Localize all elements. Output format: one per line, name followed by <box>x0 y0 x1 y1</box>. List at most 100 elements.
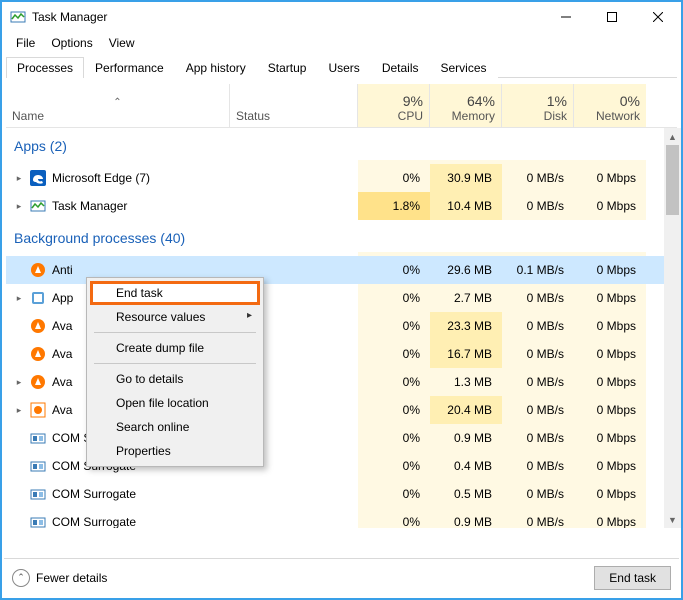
network-cell: 0 Mbps <box>574 368 646 396</box>
expand-icon[interactable]: ▸ <box>14 377 24 388</box>
maximize-button[interactable] <box>589 2 635 32</box>
scroll-thumb[interactable] <box>666 145 679 215</box>
memory-cell: 20.4 MB <box>430 396 502 424</box>
disk-cell: 0 MB/s <box>502 284 574 312</box>
scroll-down-button[interactable]: ▼ <box>664 511 681 528</box>
network-cell: 0 Mbps <box>574 396 646 424</box>
tab-performance[interactable]: Performance <box>84 57 175 78</box>
network-cell: 0 Mbps <box>574 192 646 220</box>
header-memory[interactable]: 64% Memory <box>430 84 502 127</box>
header-name[interactable]: ⌃ Name <box>6 84 230 127</box>
disk-cell: 0 MB/s <box>502 508 574 528</box>
end-task-button[interactable]: End task <box>594 566 671 590</box>
task-manager-icon <box>10 9 26 25</box>
context-item[interactable]: Create dump file <box>90 336 260 360</box>
process-icon <box>30 374 46 390</box>
cpu-cell: 0% <box>358 480 430 508</box>
expand-icon[interactable]: ▸ <box>14 173 24 184</box>
header-status[interactable]: Status <box>230 84 358 127</box>
network-cell: 0 Mbps <box>574 312 646 340</box>
network-cell: 0 Mbps <box>574 164 646 192</box>
tab-users[interactable]: Users <box>317 57 370 78</box>
status-cell <box>230 508 358 528</box>
header-network[interactable]: 0% Network <box>574 84 646 127</box>
tab-services[interactable]: Services <box>430 57 498 78</box>
expand-icon[interactable]: ▸ <box>14 293 24 304</box>
menu-view[interactable]: View <box>101 34 143 52</box>
process-row[interactable]: ▸Microsoft Edge (7)0%30.9 MB0 MB/s0 Mbps <box>6 164 677 192</box>
disk-cell: 0 MB/s <box>502 480 574 508</box>
scroll-up-button[interactable]: ▲ <box>664 128 681 145</box>
memory-cell: 0.9 MB <box>430 424 502 452</box>
disk-cell: 0 MB/s <box>502 312 574 340</box>
cpu-cell: 0% <box>358 368 430 396</box>
process-icon <box>30 458 46 474</box>
context-item[interactable]: Go to details <box>90 367 260 391</box>
process-name: Microsoft Edge (7) <box>52 171 150 185</box>
header-disk[interactable]: 1% Disk <box>502 84 574 127</box>
status-cell <box>230 192 358 220</box>
cpu-cell: 0% <box>358 396 430 424</box>
process-name: Task Manager <box>52 199 127 213</box>
cpu-cell: 0% <box>358 452 430 480</box>
disk-cell: 0.1 MB/s <box>502 256 574 284</box>
context-separator <box>94 332 256 333</box>
vertical-scrollbar[interactable]: ▲ ▼ <box>664 128 681 528</box>
context-item[interactable]: Resource values <box>90 305 260 329</box>
process-icon <box>30 402 46 418</box>
tab-app-history[interactable]: App history <box>175 57 257 78</box>
cpu-cell: 0% <box>358 312 430 340</box>
expand-icon[interactable]: ▸ <box>14 405 24 416</box>
process-row[interactable]: ▸Task Manager1.8%10.4 MB0 MB/s0 Mbps <box>6 192 677 220</box>
tab-details[interactable]: Details <box>371 57 430 78</box>
context-separator <box>94 363 256 364</box>
process-icon <box>30 262 46 278</box>
network-cell: 0 Mbps <box>574 424 646 452</box>
process-icon <box>30 486 46 502</box>
network-cell: 0 Mbps <box>574 452 646 480</box>
cpu-cell: 0% <box>358 424 430 452</box>
close-button[interactable] <box>635 2 681 32</box>
disk-cell: 0 MB/s <box>502 452 574 480</box>
process-row[interactable]: COM Surrogate0%0.5 MB0 MB/s0 Mbps <box>6 480 677 508</box>
process-name: COM Surrogate <box>52 487 136 501</box>
network-cell: 0 Mbps <box>574 284 646 312</box>
expand-icon[interactable]: ▸ <box>14 201 24 212</box>
context-item[interactable]: Open file location <box>90 391 260 415</box>
memory-cell: 23.3 MB <box>430 312 502 340</box>
menu-options[interactable]: Options <box>43 34 100 52</box>
menubar: File Options View <box>2 32 681 54</box>
tab-processes[interactable]: Processes <box>6 57 84 78</box>
tab-startup[interactable]: Startup <box>257 57 318 78</box>
process-icon <box>30 198 46 214</box>
footer: ⌃ Fewer details End task <box>4 558 679 596</box>
process-name: Ava <box>52 319 72 333</box>
menu-file[interactable]: File <box>8 34 43 52</box>
minimize-button[interactable] <box>543 2 589 32</box>
context-item[interactable]: End task <box>90 281 260 305</box>
fewer-details-toggle[interactable]: ⌃ Fewer details <box>12 569 107 587</box>
process-name: App <box>52 291 73 305</box>
network-cell: 0 Mbps <box>574 480 646 508</box>
column-headers: ⌃ Name Status 9% CPU 64% Memory 1% Disk … <box>6 84 677 128</box>
process-icon <box>30 170 46 186</box>
process-icon <box>30 318 46 334</box>
titlebar: Task Manager <box>2 2 681 32</box>
disk-cell: 0 MB/s <box>502 396 574 424</box>
group-header: Background processes (40) <box>6 220 677 252</box>
cpu-cell: 0% <box>358 284 430 312</box>
process-row[interactable]: COM Surrogate0%0.9 MB0 MB/s0 Mbps <box>6 508 677 528</box>
disk-cell: 0 MB/s <box>502 340 574 368</box>
cpu-cell: 0% <box>358 256 430 284</box>
window-controls <box>543 2 681 32</box>
cpu-cell: 0% <box>358 164 430 192</box>
header-cpu[interactable]: 9% CPU <box>358 84 430 127</box>
process-icon <box>30 514 46 528</box>
process-name: COM Surrogate <box>52 515 136 528</box>
process-name: Ava <box>52 347 72 361</box>
network-cell: 0 Mbps <box>574 508 646 528</box>
sort-indicator-icon: ⌃ <box>12 97 223 109</box>
context-item[interactable]: Properties <box>90 439 260 463</box>
context-item[interactable]: Search online <box>90 415 260 439</box>
cpu-cell: 0% <box>358 340 430 368</box>
